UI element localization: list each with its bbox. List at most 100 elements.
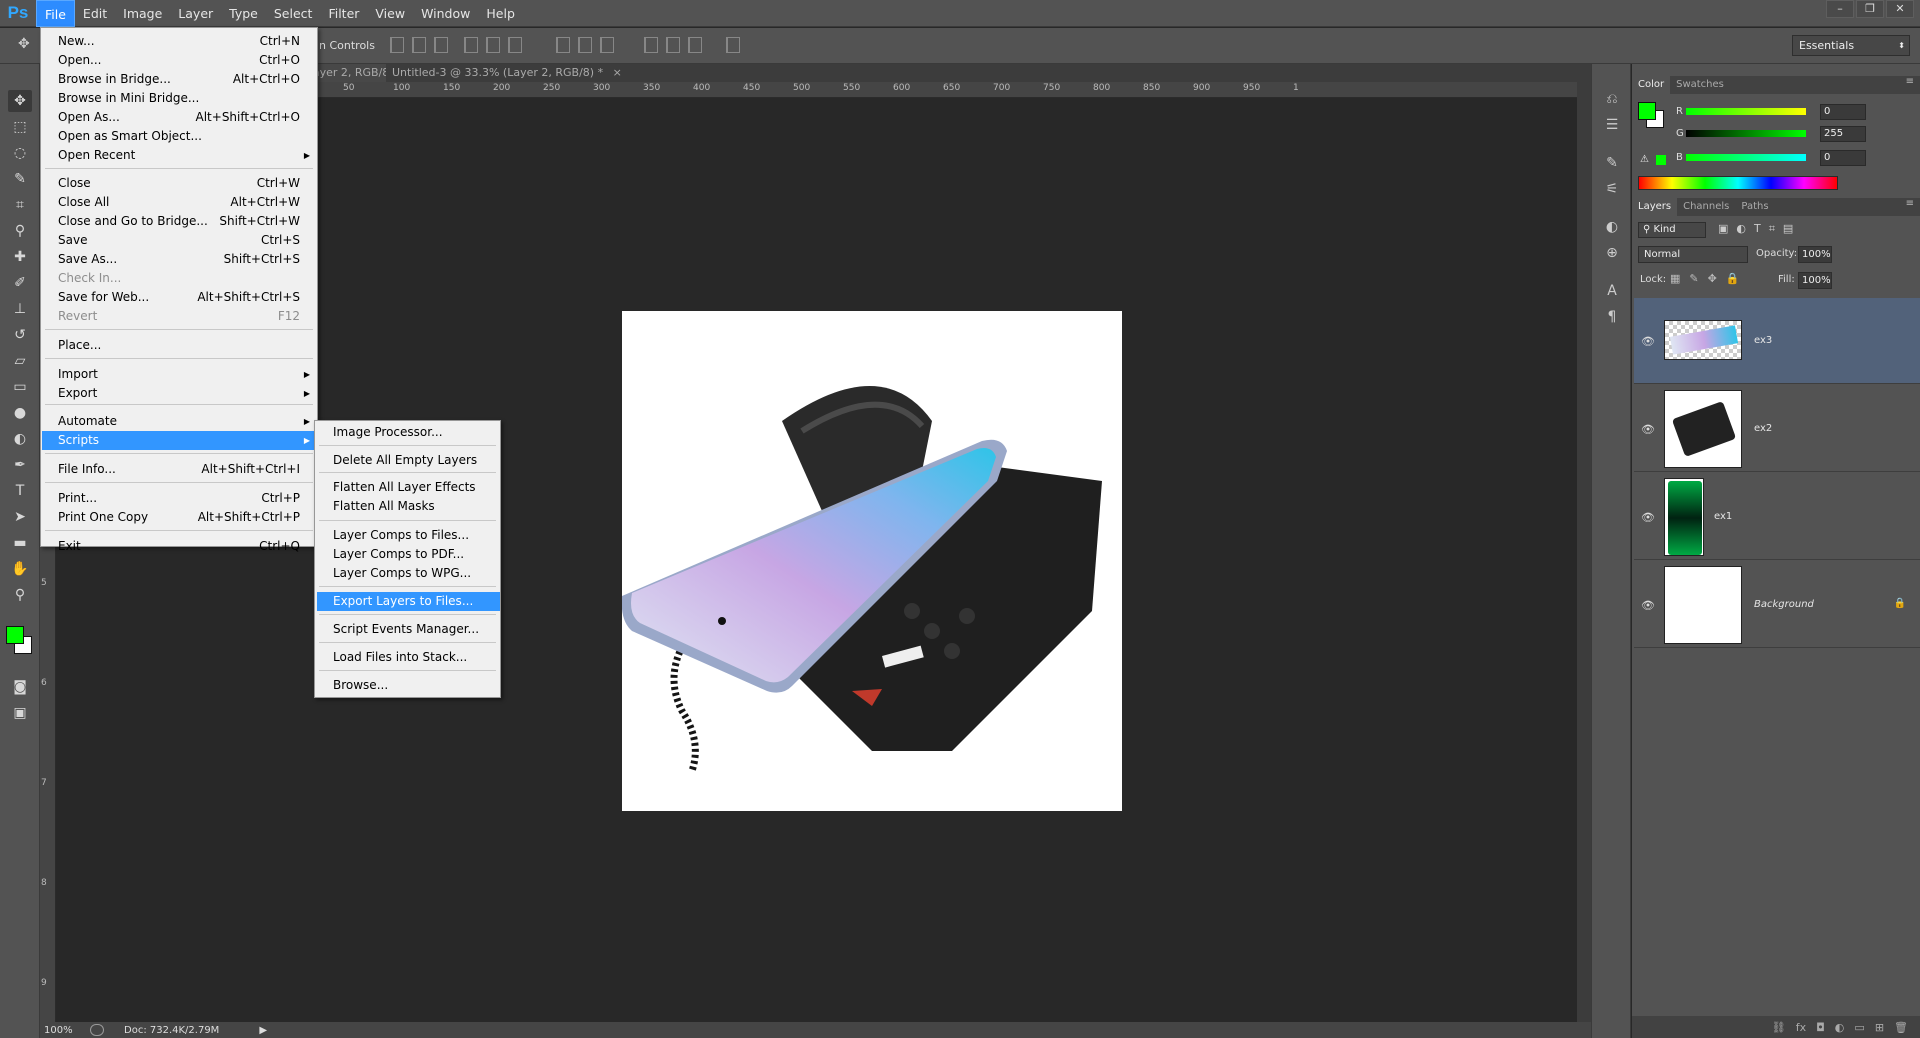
scripts-menu-item[interactable]: Browse... — [317, 676, 500, 695]
gamut-warning-icon[interactable]: ⚠ — [1640, 154, 1649, 165]
channel-b-value[interactable]: 0 — [1820, 150, 1866, 166]
scripts-menu-item[interactable]: Export Layers to Files... — [317, 592, 500, 611]
clone-stamp-tool-icon[interactable]: ⊥ — [8, 298, 32, 320]
menu-file[interactable]: File — [36, 0, 75, 27]
quick-mask-icon[interactable]: ◙ — [8, 676, 32, 698]
tab-color[interactable]: Color — [1632, 76, 1671, 94]
file-menu-item[interactable]: Export ▶ — [42, 384, 316, 403]
status-arrow-icon[interactable]: ▶ — [259, 1025, 267, 1036]
scripts-menu-item[interactable]: Script Events Manager... — [317, 620, 500, 639]
align-right-icon[interactable] — [508, 37, 522, 53]
hand-tool-icon[interactable]: ✋ — [8, 558, 32, 580]
file-menu-item[interactable]: Scripts ▶ — [42, 431, 316, 450]
marquee-tool-icon[interactable]: ⬚ — [8, 116, 32, 138]
layer-row-background[interactable]: 👁 Background 🔒 — [1634, 562, 1920, 648]
scripts-menu-item[interactable]: Image Processor... — [317, 423, 500, 442]
file-menu-item[interactable]: Close and Go to Bridge... Shift+Ctrl+W — [42, 212, 316, 231]
menu-window[interactable]: Window — [413, 0, 478, 27]
close-tab-icon[interactable]: × — [613, 66, 622, 79]
type-tool-icon[interactable]: T — [8, 480, 32, 502]
paragraph-panel-icon[interactable]: ¶ — [1600, 306, 1624, 328]
menu-layer[interactable]: Layer — [170, 0, 221, 27]
minimize-button[interactable]: – — [1826, 0, 1854, 18]
file-menu-item[interactable]: Automate ▶ — [42, 412, 316, 431]
align-vcenter-icon[interactable] — [412, 37, 426, 53]
menu-filter[interactable]: Filter — [320, 0, 367, 27]
path-selection-tool-icon[interactable]: ➤ — [8, 506, 32, 528]
layer-filter-select[interactable]: ⚲ Kind — [1638, 222, 1706, 238]
character-panel-icon[interactable]: A — [1600, 280, 1624, 302]
lasso-tool-icon[interactable]: ◌ — [8, 142, 32, 164]
file-menu-item[interactable]: Save for Web... Alt+Shift+Ctrl+S — [42, 288, 316, 307]
file-menu-item[interactable]: Check In... — [42, 269, 316, 288]
clone-source-panel-icon[interactable]: ⊕ — [1600, 242, 1624, 264]
adjustment-layer-icon[interactable]: ◐ — [1835, 1021, 1845, 1034]
file-menu-item[interactable]: Print... Ctrl+P — [42, 489, 316, 508]
file-menu-item[interactable]: Close All Alt+Ctrl+W — [42, 193, 316, 212]
file-menu-item[interactable]: Browse in Mini Bridge... — [42, 89, 316, 108]
align-left-icon[interactable] — [464, 37, 478, 53]
new-group-icon[interactable]: ▭ — [1854, 1021, 1864, 1034]
opacity-input[interactable]: 100% — [1798, 246, 1832, 263]
file-menu-item[interactable]: Browse in Bridge... Alt+Ctrl+O — [42, 70, 316, 89]
tab-layers[interactable]: Layers — [1632, 198, 1678, 216]
layer-name[interactable]: ex1 — [1714, 511, 1732, 522]
scripts-menu-item[interactable]: Flatten All Layer Effects — [317, 478, 500, 497]
layer-style-icon[interactable]: fx — [1796, 1021, 1806, 1034]
file-menu-item[interactable]: New... Ctrl+N — [42, 32, 316, 51]
file-menu-item[interactable]: Import ▶ — [42, 365, 316, 384]
visibility-eye-icon[interactable]: 👁 — [1641, 423, 1655, 436]
scripts-menu-item[interactable]: Layer Comps to Files... — [317, 526, 500, 545]
brush-panel-icon[interactable]: ✎ — [1600, 152, 1624, 174]
scripts-menu-item[interactable]: Load Files into Stack... — [317, 648, 500, 667]
delete-layer-icon[interactable]: 🗑 — [1894, 1021, 1908, 1034]
file-menu-item[interactable]: Open... Ctrl+O — [42, 51, 316, 70]
close-window-button[interactable]: ✕ — [1886, 0, 1914, 18]
fill-input[interactable]: 100% — [1798, 272, 1832, 289]
dodge-tool-icon[interactable]: ◐ — [8, 428, 32, 450]
scripts-menu-item[interactable]: Delete All Empty Layers — [317, 451, 500, 470]
screen-mode-icon[interactable]: ▣ — [8, 702, 32, 724]
add-mask-icon[interactable]: ◘ — [1816, 1021, 1825, 1034]
adjustments-panel-icon[interactable]: ⚟ — [1600, 178, 1624, 200]
visibility-eye-icon[interactable]: 👁 — [1641, 335, 1655, 348]
blur-tool-icon[interactable]: ● — [8, 402, 32, 424]
brush-tool-icon[interactable]: ✐ — [8, 272, 32, 294]
auto-align-icon[interactable] — [726, 37, 740, 53]
move-tool-icon[interactable]: ✥ — [8, 90, 32, 112]
restore-button[interactable]: ❐ — [1856, 0, 1884, 18]
channel-g-slider[interactable] — [1686, 130, 1806, 137]
scripts-menu-item[interactable]: Layer Comps to WPG... — [317, 564, 500, 583]
channel-b-slider[interactable] — [1686, 154, 1806, 161]
foreground-color-swatch[interactable] — [6, 626, 24, 644]
tab-paths[interactable]: Paths — [1735, 198, 1774, 216]
file-menu-item[interactable]: Open Recent ▶ — [42, 146, 316, 165]
properties-panel-icon[interactable]: ☰ — [1600, 114, 1624, 136]
rectangle-tool-icon[interactable]: ▬ — [8, 532, 32, 554]
move-tool-preset-icon[interactable]: ✥ — [18, 36, 30, 52]
align-bottom-icon[interactable] — [434, 37, 448, 53]
align-hcenter-icon[interactable] — [486, 37, 500, 53]
visibility-eye-icon[interactable]: 👁 — [1641, 511, 1655, 524]
tab-channels[interactable]: Channels — [1677, 198, 1735, 216]
file-menu-item[interactable]: Save As... Shift+Ctrl+S — [42, 250, 316, 269]
channel-r-slider[interactable] — [1686, 108, 1806, 115]
channel-r-value[interactable]: 0 — [1820, 104, 1866, 120]
file-menu-item[interactable]: Open As... Alt+Shift+Ctrl+O — [42, 108, 316, 127]
menu-view[interactable]: View — [367, 0, 413, 27]
eyedropper-tool-icon[interactable]: ⚲ — [8, 220, 32, 242]
fg-color-chip[interactable] — [1638, 102, 1656, 120]
tab-swatches[interactable]: Swatches — [1670, 76, 1730, 94]
panel-menu-icon[interactable]: ≡ — [1906, 76, 1914, 87]
file-menu-item[interactable]: File Info... Alt+Shift+Ctrl+I — [42, 460, 316, 479]
document-tab[interactable]: Untitled-3 @ 33.3% (Layer 2, RGB/8) * × — [386, 64, 628, 82]
layer-row-ex3[interactable]: 👁 ex3 — [1634, 298, 1920, 384]
gradient-tool-icon[interactable]: ▭ — [8, 376, 32, 398]
menu-type[interactable]: Type — [221, 0, 266, 27]
layer-name[interactable]: Background — [1754, 599, 1814, 610]
status-settings-icon[interactable] — [90, 1024, 104, 1036]
layer-filter-icons[interactable]: ▣◐T⌗▤ — [1718, 222, 1801, 236]
menu-image[interactable]: Image — [115, 0, 170, 27]
panel-menu-icon[interactable]: ≡ — [1906, 198, 1914, 209]
visibility-eye-icon[interactable]: 👁 — [1641, 599, 1655, 612]
